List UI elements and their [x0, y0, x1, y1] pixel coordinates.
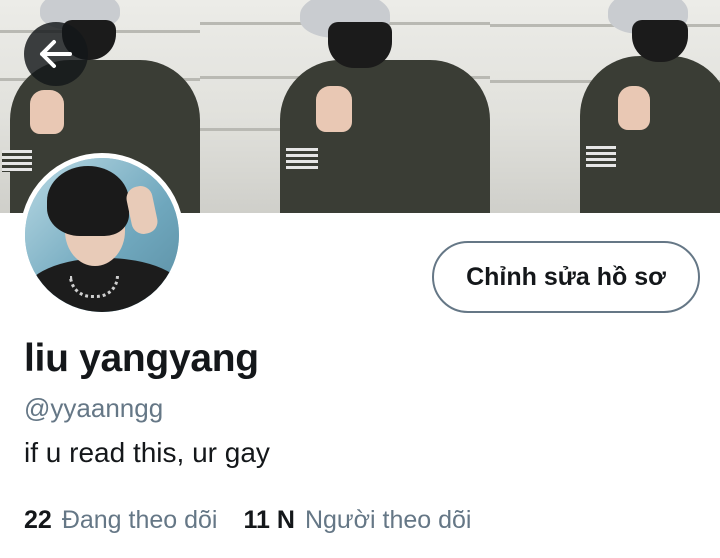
- following-stat[interactable]: 22 Đang theo dõi: [24, 506, 218, 535]
- profile-stats: 22 Đang theo dõi 11 N Người theo dõi: [24, 506, 472, 535]
- avatar[interactable]: [20, 153, 184, 317]
- following-count: 22: [24, 506, 52, 534]
- followers-count: 11 N: [243, 506, 295, 534]
- followers-stat[interactable]: 11 N Người theo dõi: [244, 506, 472, 535]
- arrow-left-icon: [40, 40, 72, 68]
- edit-profile-button[interactable]: Chỉnh sửa hồ sơ: [432, 241, 700, 313]
- banner-photo-3: [490, 0, 720, 213]
- banner-photo-2: [200, 0, 490, 213]
- back-button[interactable]: [24, 22, 88, 86]
- display-name: liu yangyang: [24, 337, 259, 380]
- followers-label: Người theo dõi: [304, 506, 472, 534]
- following-label: Đang theo dõi: [61, 506, 218, 534]
- user-handle: @yyaanngg: [24, 393, 164, 423]
- profile-bio: if u read this, ur gay: [24, 437, 270, 468]
